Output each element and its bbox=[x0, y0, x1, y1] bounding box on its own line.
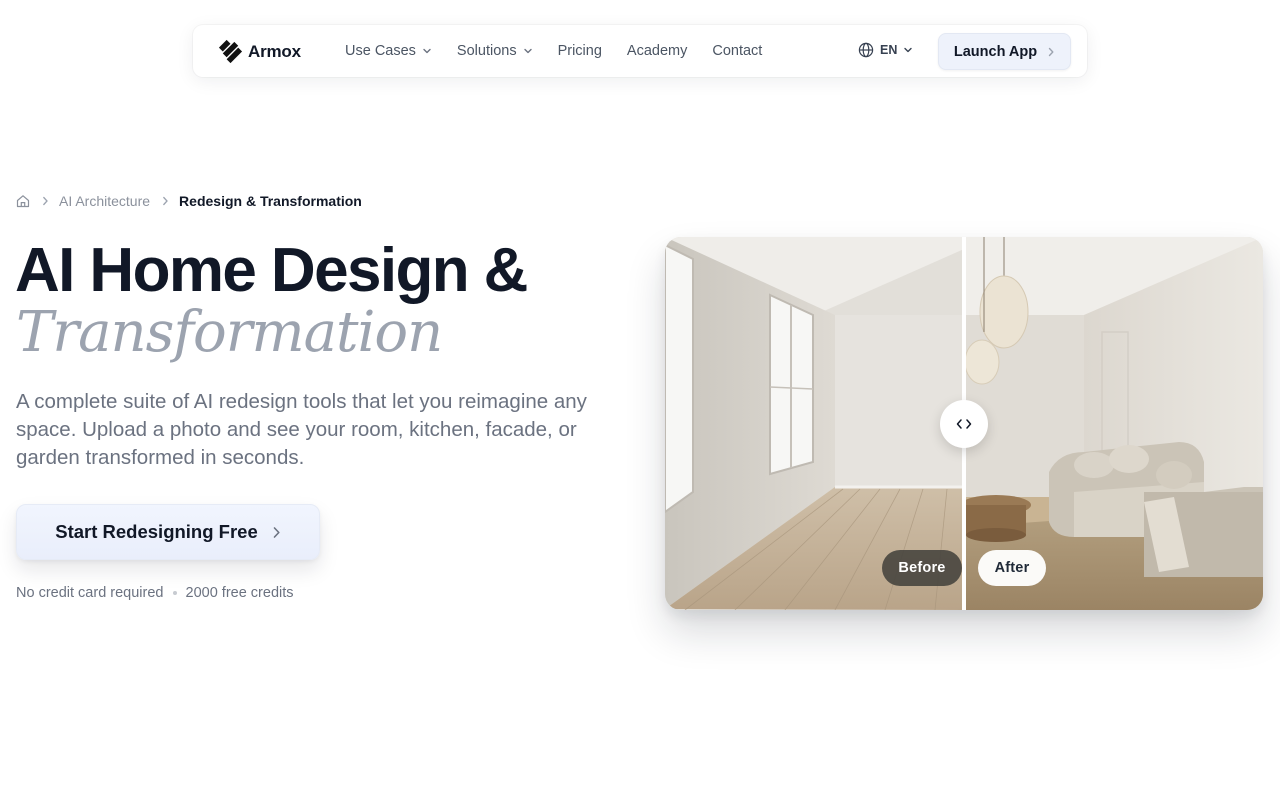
launch-app-button[interactable]: Launch App bbox=[938, 33, 1071, 70]
before-after-comparison[interactable]: Before After bbox=[665, 237, 1263, 610]
chevron-down-icon bbox=[523, 48, 532, 54]
nav-item-label: Academy bbox=[626, 43, 688, 59]
language-selector[interactable]: EN bbox=[858, 42, 913, 58]
nav-item-academy[interactable]: Academy bbox=[627, 43, 687, 59]
separator-dot bbox=[172, 591, 177, 595]
globe-icon bbox=[858, 42, 874, 58]
nav-item-pricing[interactable]: Pricing bbox=[558, 43, 602, 59]
home-icon[interactable] bbox=[16, 194, 30, 208]
chevron-down-icon bbox=[904, 47, 913, 53]
nav-item-solutions[interactable]: Solutions bbox=[457, 43, 533, 59]
cta-note: No credit card required 2000 free credit… bbox=[16, 585, 294, 601]
launch-app-label: Launch App bbox=[953, 43, 1038, 60]
start-redesigning-button[interactable]: Start Redesigning Free bbox=[16, 504, 320, 560]
free-credits-note: 2000 free credits bbox=[185, 585, 294, 601]
nav-item-contact[interactable]: Contact bbox=[712, 43, 762, 59]
hero-description: A complete suite of AI redesign tools th… bbox=[16, 390, 587, 469]
comparison-slider-handle[interactable] bbox=[940, 400, 988, 448]
cta-label: Start Redesigning Free bbox=[55, 521, 258, 542]
nav-item-label: Contact bbox=[712, 43, 763, 59]
breadcrumb-current: Redesign & Transformation bbox=[179, 193, 362, 209]
chevron-down-icon bbox=[423, 48, 431, 54]
nav-item-label: Use Cases bbox=[345, 43, 416, 59]
page-title-accent: Transformation bbox=[16, 300, 443, 365]
after-label[interactable]: After bbox=[978, 550, 1046, 586]
logo-text: Armox bbox=[248, 41, 301, 61]
chevron-right-icon bbox=[43, 196, 48, 206]
chevron-right-icon bbox=[273, 526, 280, 538]
breadcrumb-link-ai-architecture[interactable]: AI Architecture bbox=[59, 193, 150, 209]
nav-item-label: Solutions bbox=[456, 43, 517, 59]
logo[interactable]: Armox bbox=[217, 38, 301, 65]
code-arrows-icon bbox=[956, 419, 972, 429]
nav-links: Use Cases Solutions Pricing Academy Cont… bbox=[345, 25, 787, 77]
nav-item-use-cases[interactable]: Use Cases bbox=[345, 43, 432, 59]
nav-item-label: Pricing bbox=[557, 43, 602, 59]
no-credit-card-note: No credit card required bbox=[16, 585, 164, 601]
chevron-right-icon bbox=[163, 196, 168, 206]
before-label[interactable]: Before bbox=[882, 550, 962, 586]
page-title: AI Home Design & bbox=[15, 236, 528, 305]
armox-logo-icon bbox=[218, 39, 243, 64]
language-label: EN bbox=[880, 43, 898, 57]
top-navigation-bar: Armox Use Cases Solutions Pricing Academ… bbox=[193, 25, 1087, 77]
breadcrumb: AI Architecture Redesign & Transformatio… bbox=[16, 193, 362, 209]
chevron-right-icon bbox=[1048, 47, 1054, 56]
